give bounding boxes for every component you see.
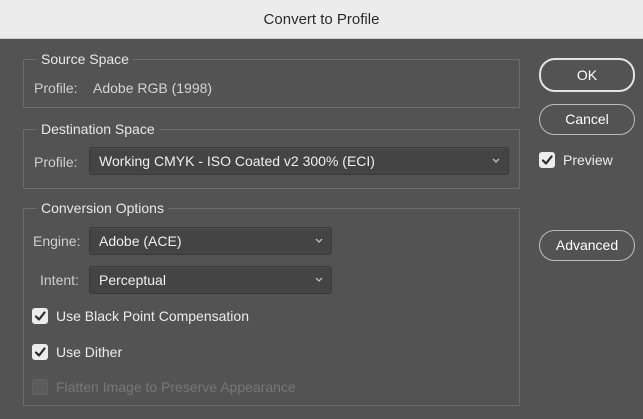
chevron-down-icon: [315, 277, 323, 282]
chevron-down-icon: [492, 158, 500, 163]
destination-profile-label: Profile:: [34, 154, 78, 170]
dialog-title: Convert to Profile: [263, 11, 380, 28]
source-space-title: Source Space: [37, 51, 133, 67]
checkmark-icon: [34, 347, 46, 357]
engine-label: Engine:: [33, 233, 81, 249]
black-point-checkbox[interactable]: [32, 308, 48, 324]
dither-label[interactable]: Use Dither: [56, 344, 122, 360]
destination-space-title: Destination Space: [37, 121, 159, 137]
source-profile-value: Adobe RGB (1998): [93, 80, 213, 96]
preview-label[interactable]: Preview: [563, 152, 613, 168]
intent-value: Perceptual: [99, 272, 166, 288]
flatten-checkbox: [32, 379, 48, 395]
conversion-options-title: Conversion Options: [37, 200, 168, 216]
engine-select[interactable]: Adobe (ACE): [89, 227, 332, 255]
ok-button-label: OK: [576, 67, 598, 83]
cancel-button[interactable]: Cancel: [539, 104, 635, 135]
source-profile-label: Profile:: [34, 80, 78, 96]
checkmark-icon: [34, 311, 46, 321]
cancel-button-label: Cancel: [565, 111, 609, 127]
convert-to-profile-dialog: Convert to Profile Source Space Profile:…: [0, 0, 643, 419]
checkmark-icon: [541, 155, 553, 165]
flatten-label: Flatten Image to Preserve Appearance: [56, 379, 296, 395]
ok-button[interactable]: OK: [539, 58, 635, 92]
intent-select[interactable]: Perceptual: [89, 266, 332, 294]
preview-checkbox[interactable]: [539, 152, 555, 168]
destination-profile-value: Working CMYK - ISO Coated v2 300% (ECI): [99, 153, 375, 169]
dither-checkbox[interactable]: [32, 344, 48, 360]
chevron-down-icon: [315, 238, 323, 243]
black-point-label[interactable]: Use Black Point Compensation: [56, 308, 249, 324]
engine-value: Adobe (ACE): [99, 233, 182, 249]
advanced-button-label: Advanced: [555, 237, 619, 253]
intent-label: Intent:: [40, 272, 79, 288]
advanced-button[interactable]: Advanced: [539, 230, 635, 261]
destination-profile-select[interactable]: Working CMYK - ISO Coated v2 300% (ECI): [89, 147, 509, 175]
title-bar[interactable]: Convert to Profile: [0, 0, 643, 39]
